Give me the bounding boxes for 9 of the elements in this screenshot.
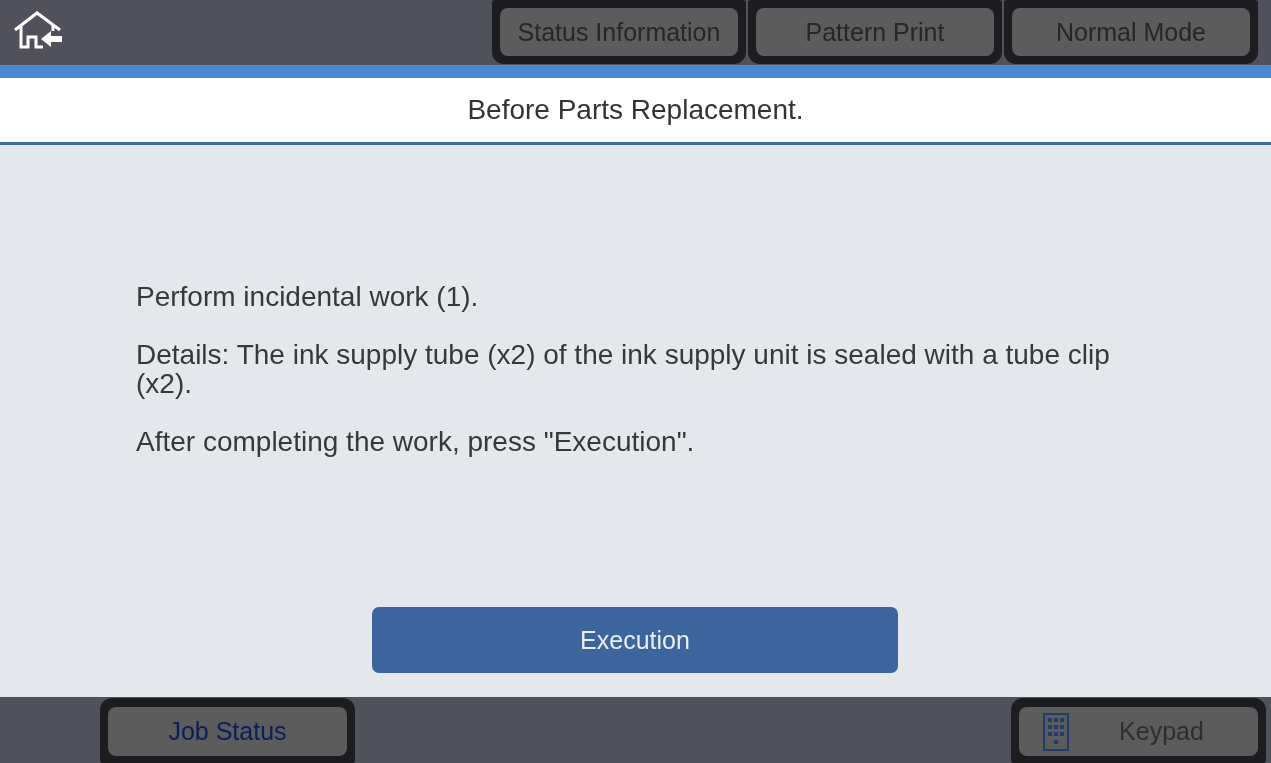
- execution-button[interactable]: Execution: [372, 607, 898, 673]
- job-status-button[interactable]: Job Status: [100, 698, 355, 763]
- home-icon: [13, 11, 63, 49]
- instruction-text: Perform incidental work (1).: [136, 282, 480, 311]
- home-button[interactable]: [13, 11, 63, 49]
- instruction-text: Details: The ink supply tube (x2) of the ink supply unit is sealed with a tube clip (x2).: [136, 340, 1111, 398]
- keypad-icon: [1043, 712, 1069, 751]
- instruction-text: After completing the work, press "Execution".: [136, 427, 696, 456]
- screen-title: Before Parts Replacement.: [467, 94, 804, 126]
